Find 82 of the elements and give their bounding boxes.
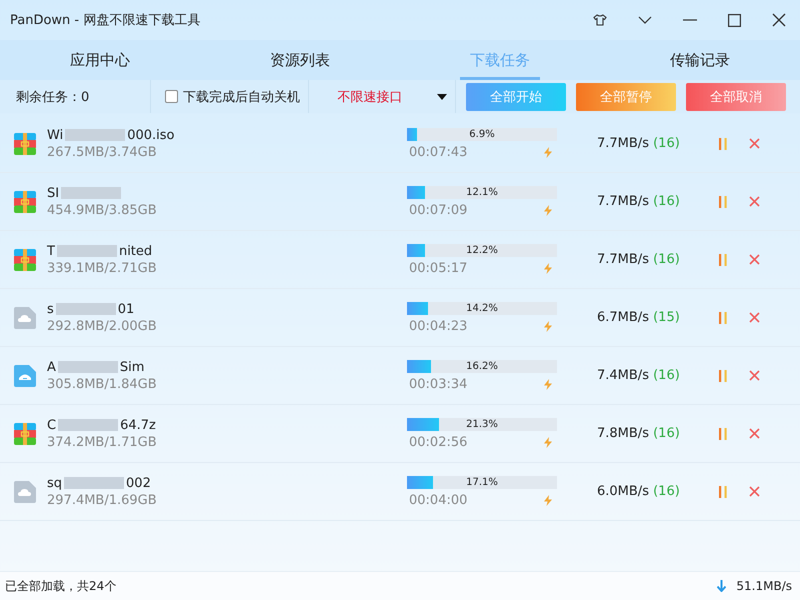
- delete-icon[interactable]: [749, 312, 760, 323]
- time-remaining: 00:04:00: [409, 492, 468, 508]
- pause-icon[interactable]: [719, 254, 727, 266]
- file-name: SI: [47, 186, 407, 200]
- lightning-icon: [544, 436, 552, 448]
- time-remaining: 00:07:43: [409, 144, 468, 160]
- download-arrow-icon: [717, 580, 726, 592]
- file-size: 267.5MB/3.74GB: [47, 144, 158, 160]
- shutdown-checkbox[interactable]: 下载完成后自动关机: [165, 88, 300, 106]
- cloud-file-icon: [14, 480, 36, 502]
- pause-icon[interactable]: [719, 428, 727, 440]
- file-name: Wi 000.iso: [47, 128, 176, 142]
- file-name: A Sim: [47, 360, 146, 374]
- delete-icon[interactable]: [749, 370, 760, 381]
- time-remaining: 00:03:34: [409, 376, 468, 392]
- download-speed: 6.7MB/s (15): [596, 310, 681, 325]
- cloud-file-icon: [14, 306, 36, 328]
- download-speed: 7.7MB/s (16): [596, 252, 681, 267]
- total-speed: 51.1MB/s: [736, 579, 792, 593]
- archive-file-icon: [14, 248, 36, 270]
- archive-file-icon: [14, 132, 36, 154]
- file-size: 297.4MB/1.69GB: [47, 492, 158, 508]
- pause-icon[interactable]: [719, 370, 727, 382]
- disk-image-file-icon: [14, 364, 36, 386]
- pause-icon[interactable]: [719, 196, 727, 208]
- time-remaining: 00:02:56: [409, 434, 468, 450]
- file-name: C 64.7z: [47, 418, 157, 432]
- download-speed: 7.7MB/s (16): [596, 136, 681, 151]
- time-remaining: 00:04:23: [409, 318, 468, 334]
- download-speed: 7.8MB/s (16): [596, 426, 681, 441]
- tab[interactable]: 传输记录: [660, 40, 740, 80]
- progress-percent: 14.2%: [465, 302, 499, 314]
- remaining-tasks-label: 剩余任务：0: [16, 88, 90, 106]
- download-speed: 6.0MB/s (16): [596, 484, 681, 499]
- progress-percent: 12.1%: [465, 186, 499, 198]
- progress-percent: 21.3%: [465, 418, 499, 430]
- progress-percent: 12.2%: [465, 244, 499, 256]
- lightning-icon: [544, 146, 552, 158]
- lightning-icon: [544, 378, 552, 390]
- shirt-icon[interactable]: [593, 13, 607, 27]
- file-size: 292.8MB/2.00GB: [47, 318, 158, 334]
- download-speed: 7.7MB/s (16): [596, 194, 681, 209]
- tab[interactable]: 资源列表: [260, 40, 340, 80]
- window-title: PanDown - 网盘不限速下载工具: [10, 12, 200, 29]
- close-icon[interactable]: [772, 13, 786, 27]
- progress-percent: 6.9%: [468, 128, 496, 140]
- toolbar-button[interactable]: 全部开始: [466, 82, 566, 110]
- delete-icon[interactable]: [749, 138, 760, 149]
- file-size: 374.2MB/1.71GB: [47, 434, 158, 450]
- file-size: 305.8MB/1.84GB: [47, 376, 158, 392]
- status-summary: 已全部加载，共24个: [5, 578, 116, 594]
- lightning-icon: [544, 204, 552, 216]
- minimize-icon[interactable]: [683, 19, 697, 21]
- delete-icon[interactable]: [749, 196, 760, 207]
- archive-file-icon: [14, 190, 36, 212]
- caret-down-icon: [436, 94, 446, 100]
- progress-percent: 17.1%: [465, 476, 499, 488]
- file-size: 339.1MB/2.71GB: [47, 260, 158, 276]
- file-name: s 01: [47, 302, 136, 316]
- pause-icon[interactable]: [719, 138, 727, 150]
- maximize-icon[interactable]: [728, 14, 741, 26]
- time-remaining: 00:07:09: [409, 202, 468, 218]
- lightning-icon: [544, 262, 552, 274]
- file-size: 454.9MB/3.85GB: [47, 202, 158, 218]
- file-name: T nited: [47, 244, 154, 258]
- delete-icon[interactable]: [749, 486, 760, 497]
- progress-percent: 16.2%: [465, 360, 499, 372]
- time-remaining: 00:05:17: [409, 260, 468, 276]
- tab[interactable]: 应用中心: [60, 40, 140, 80]
- delete-icon[interactable]: [749, 254, 760, 265]
- file-name: sq 002: [47, 476, 152, 490]
- pause-icon[interactable]: [719, 486, 727, 498]
- archive-file-icon: [14, 422, 36, 444]
- chevron-down-icon[interactable]: [638, 16, 652, 24]
- pause-icon[interactable]: [719, 312, 727, 324]
- toolbar-button[interactable]: 全部暂停: [576, 82, 676, 110]
- download-speed: 7.4MB/s (16): [596, 368, 681, 383]
- delete-icon[interactable]: [749, 428, 760, 439]
- lightning-icon: [544, 494, 552, 506]
- interface-dropdown[interactable]: 不限速接口: [318, 88, 446, 106]
- lightning-icon: [544, 320, 552, 332]
- toolbar-button[interactable]: 全部取消: [686, 82, 786, 110]
